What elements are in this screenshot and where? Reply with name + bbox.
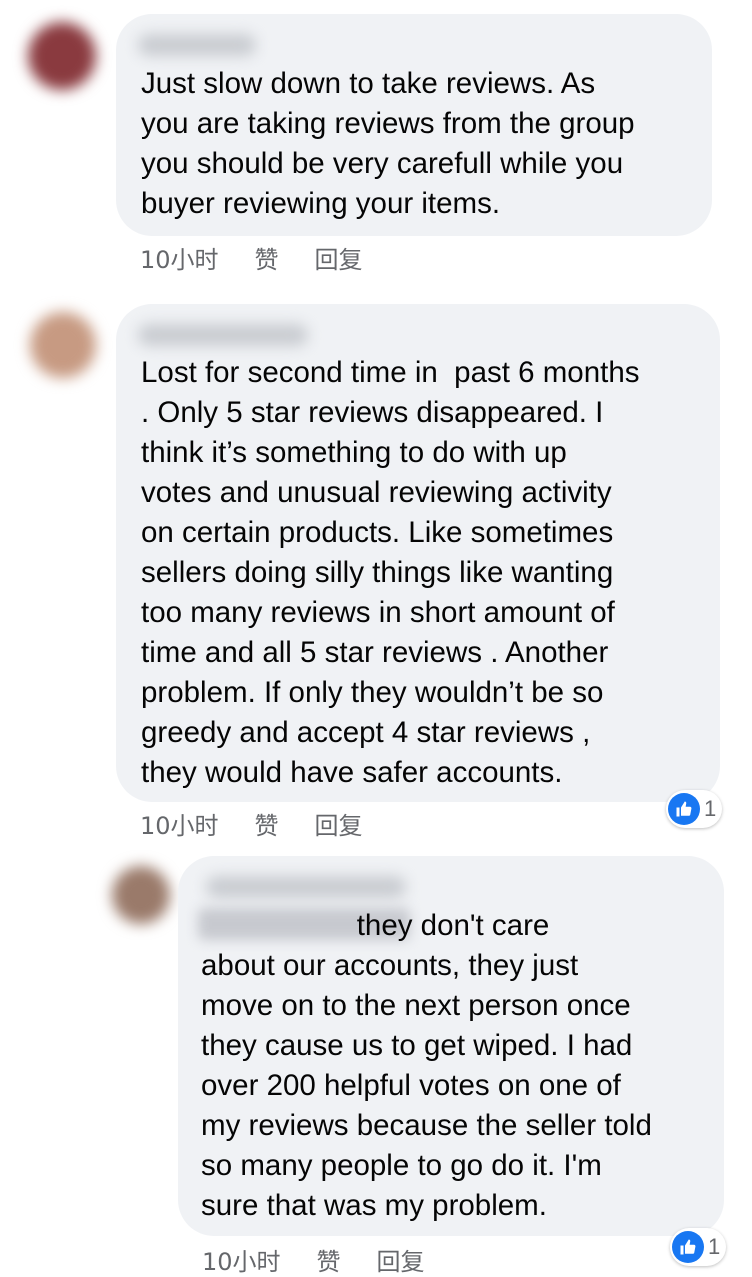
reaction-count: 1 <box>708 1234 721 1259</box>
timestamp[interactable]: 10小时 <box>202 1242 281 1277</box>
thumbs-up-icon <box>672 1231 704 1263</box>
comment-bubble: they don't care about our accounts, they… <box>178 856 724 1236</box>
like-link[interactable]: 赞 <box>317 1242 341 1277</box>
comment-text: they don't care about our accounts, they… <box>201 909 652 1222</box>
comment-actions: 10小时 赞 回复 <box>202 1242 461 1277</box>
reply-link[interactable]: 回复 <box>377 1242 425 1277</box>
avatar[interactable] <box>112 866 170 924</box>
reaction-summary[interactable]: 1 <box>670 1228 727 1266</box>
author-name-redacted[interactable] <box>206 876 406 898</box>
comment-3-reply: they don't care about our accounts, they… <box>0 0 752 1276</box>
